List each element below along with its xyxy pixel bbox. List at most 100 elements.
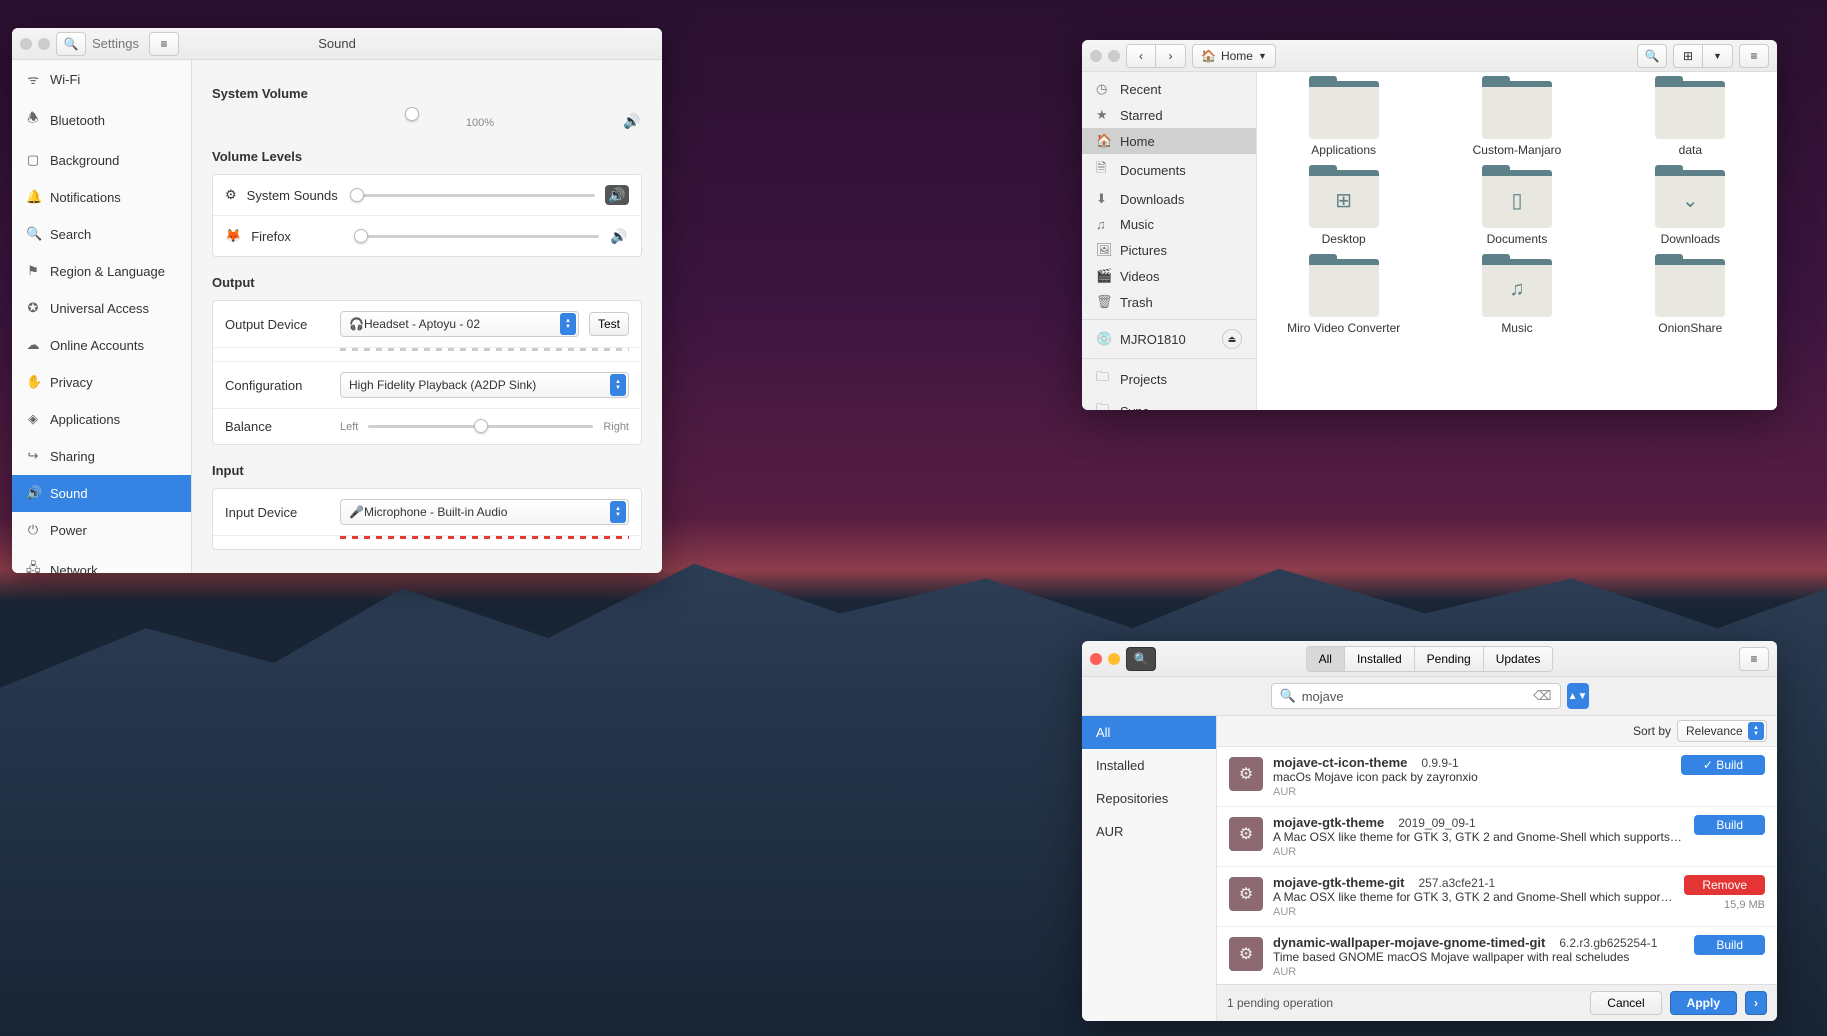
sidebar-item-privacy[interactable]: ✋Privacy [12,364,191,401]
details-button[interactable]: › [1745,991,1767,1015]
speaker-icon[interactable]: 🔊 [609,226,629,246]
sidebar-item-label: Recent [1120,82,1161,97]
remove-button[interactable]: Remove [1684,875,1765,895]
output-level-meter [340,348,629,351]
settings-titlebar[interactable]: 🔍 Settings ≡ Sound [12,28,662,60]
home-icon: 🏠 [1096,133,1110,149]
sidebar-item-pictures[interactable]: 🖼Pictures [1082,237,1256,263]
sidebar-item-notifications[interactable]: 🔔Notifications [12,179,191,216]
sidebar-item-mjro1810[interactable]: 💿MJRO1810⏏ [1082,324,1256,354]
minimize-icon[interactable] [38,38,50,50]
pkg-titlebar[interactable]: 🔍 AllInstalledPendingUpdates ≡ [1082,641,1777,677]
speaker-icon[interactable]: 🔊 [622,111,642,131]
pending-message: 1 pending operation [1227,996,1333,1010]
tab-updates[interactable]: Updates [1484,647,1553,671]
folder-label: Desktop [1322,232,1366,246]
sidebar-item-starred[interactable]: ★Starred [1082,102,1256,128]
minimize-icon[interactable] [1108,50,1120,62]
nav-back-button[interactable]: ‹ [1126,44,1156,68]
files-titlebar[interactable]: ‹ › 🏠 Home ▼ 🔍 ⊞ ▼ ≡ [1082,40,1777,72]
package-row[interactable]: ⚙ mojave-gtk-theme2019_09_09-1 A Mac OSX… [1217,807,1777,867]
volume-row: 🦊 Firefox 🔊 [213,216,641,256]
sidebar-item-bluetooth[interactable]: 🕭Bluetooth [12,99,191,142]
dl-icon: ⬇ [1096,191,1110,207]
apply-button[interactable]: Apply [1670,991,1737,1015]
sidebar-item-sound[interactable]: 🔊Sound [12,475,191,512]
output-device-select[interactable]: 🎧 Headset - Aptoyu - 02 ▲▼ [340,311,579,337]
sidebar-item-downloads[interactable]: ⬇Downloads [1082,186,1256,212]
close-icon[interactable] [20,38,32,50]
sidebar-item-universal-access[interactable]: ✪Universal Access [12,290,191,327]
test-button[interactable]: Test [589,312,629,336]
folder-onionshare[interactable]: OnionShare [1624,262,1757,335]
view-options-button[interactable]: ▼ [1703,44,1733,68]
tab-pending[interactable]: Pending [1415,647,1484,671]
folder-music[interactable]: ♫Music [1450,262,1583,335]
sidebar-item-wi-fi[interactable]: ᯤWi-Fi [12,60,191,99]
sidebar-item-applications[interactable]: ◈Applications [12,401,191,438]
menu-icon[interactable]: ≡ [1739,44,1769,68]
close-icon[interactable] [1090,653,1102,665]
folder-desktop[interactable]: ⊞Desktop [1277,173,1410,246]
close-icon[interactable] [1090,50,1102,62]
sort-select[interactable]: Relevance ▲▼ [1677,720,1767,742]
cancel-button[interactable]: Cancel [1590,991,1661,1015]
sidebar-item-power[interactable]: ⏻Power [12,512,191,549]
sidebar-item-search[interactable]: 🔍Search [12,216,191,253]
nav-forward-button[interactable]: › [1156,44,1186,68]
tab-all[interactable]: All [1307,647,1345,671]
package-version: 257.a3cfe21-1 [1418,876,1495,890]
configuration-select[interactable]: High Fidelity Playback (A2DP Sink) ▲▼ [340,372,629,398]
sidebar-item-home[interactable]: 🏠Home [1082,128,1256,154]
folder-miro-video-converter[interactable]: Miro Video Converter [1277,262,1410,335]
view-grid-button[interactable]: ⊞ [1673,44,1703,68]
folder-downloads[interactable]: ⌄Downloads [1624,173,1757,246]
sidebar-item-repositories[interactable]: Repositories [1082,782,1216,815]
sidebar-item-network[interactable]: 🖧Network [12,549,191,573]
menu-icon[interactable]: ≡ [1739,647,1769,671]
build-button[interactable]: ✓ Build [1681,755,1765,775]
folder-data[interactable]: data [1624,84,1757,157]
search-go-button[interactable]: ▲▼ [1567,683,1589,709]
eject-icon[interactable]: ⏏ [1222,329,1242,349]
folder-applications[interactable]: Applications [1277,84,1410,157]
clear-icon[interactable]: ⌫ [1533,688,1551,704]
hand-icon: ✋ [26,374,40,390]
sidebar-item-installed[interactable]: Installed [1082,749,1216,782]
sidebar-item-region-language[interactable]: ⚑Region & Language [12,253,191,290]
sidebar-item-music[interactable]: ♫Music [1082,212,1256,237]
sidebar-item-recent[interactable]: ◷Recent [1082,76,1256,102]
sidebar-item-all[interactable]: All [1082,716,1216,749]
package-row[interactable]: ⚙ dynamic-wallpaper-mojave-gnome-timed-g… [1217,927,1777,984]
balance-slider[interactable] [368,425,593,428]
minimize-icon[interactable] [1108,653,1120,665]
search-icon[interactable]: 🔍 [56,32,86,56]
app-volume-slider[interactable] [352,194,595,197]
search-icon[interactable]: 🔍 [1637,44,1667,68]
package-row[interactable]: ⚙ mojave-ct-icon-theme0.9.9-1 macOs Moja… [1217,747,1777,807]
sidebar-item-label: Background [50,153,119,168]
breadcrumb-home[interactable]: 🏠 Home ▼ [1192,44,1276,68]
package-row[interactable]: ⚙ mojave-gtk-theme-git257.a3cfe21-1 A Ma… [1217,867,1777,927]
sidebar-item-aur[interactable]: AUR [1082,815,1216,848]
input-device-select[interactable]: 🎤 Microphone - Built-in Audio ▲▼ [340,499,629,525]
sidebar-item-background[interactable]: ▢Background [12,142,191,179]
build-button[interactable]: Build [1694,815,1765,835]
sidebar-item-sync[interactable]: 🗀Sync [1082,395,1256,410]
search-input[interactable]: 🔍 mojave ⌫ [1271,683,1561,709]
search-toggle-button[interactable]: 🔍 [1126,647,1156,671]
tab-installed[interactable]: Installed [1345,647,1415,671]
sidebar-item-trash[interactable]: 🗑Trash [1082,289,1256,315]
speaker-icon[interactable]: 🔊 [605,185,629,205]
folder-custom-manjaro[interactable]: Custom-Manjaro [1450,84,1583,157]
sidebar-item-sharing[interactable]: ↪Sharing [12,438,191,475]
sidebar-item-videos[interactable]: 🎬Videos [1082,263,1256,289]
menu-icon[interactable]: ≡ [149,32,179,56]
folder-documents[interactable]: ▯Documents [1450,173,1583,246]
sidebar-item-projects[interactable]: 🗀Projects [1082,363,1256,395]
build-button[interactable]: Build [1694,935,1765,955]
sidebar-item-documents[interactable]: 🗎Documents [1082,154,1256,186]
app-volume-slider[interactable] [356,235,599,238]
sidebar-item-online-accounts[interactable]: ☁Online Accounts [12,327,191,364]
sidebar-item-label: Wi-Fi [50,72,80,87]
